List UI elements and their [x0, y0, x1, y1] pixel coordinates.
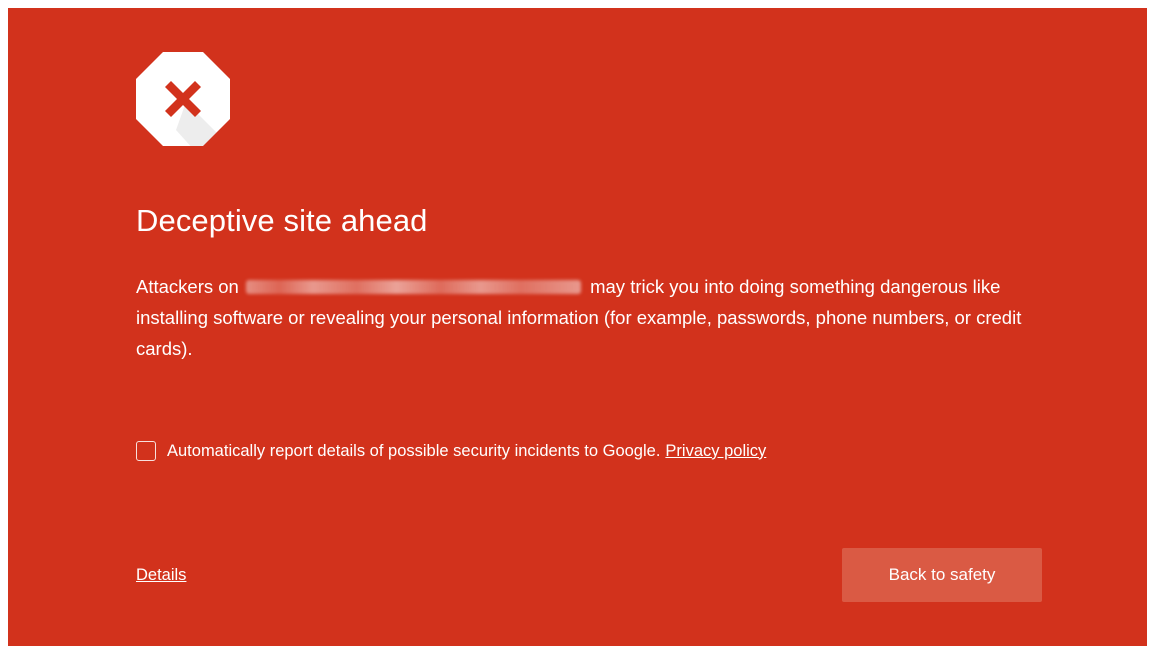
report-checkbox[interactable] [136, 441, 156, 461]
stop-octagon-x-icon [134, 50, 232, 148]
interstitial-page: Deceptive site ahead Attackers on may tr… [8, 8, 1147, 646]
details-link[interactable]: Details [136, 566, 186, 585]
report-option: Automatically report details of possible… [136, 441, 766, 461]
page-title: Deceptive site ahead [136, 203, 428, 238]
warning-message: Attackers on may trick you into doing so… [136, 271, 1036, 364]
back-to-safety-button[interactable]: Back to safety [842, 548, 1042, 602]
report-label: Automatically report details of possible… [167, 441, 661, 460]
message-prefix: Attackers on [136, 276, 239, 297]
blurred-site-url [245, 280, 581, 294]
privacy-policy-link[interactable]: Privacy policy [665, 442, 766, 461]
